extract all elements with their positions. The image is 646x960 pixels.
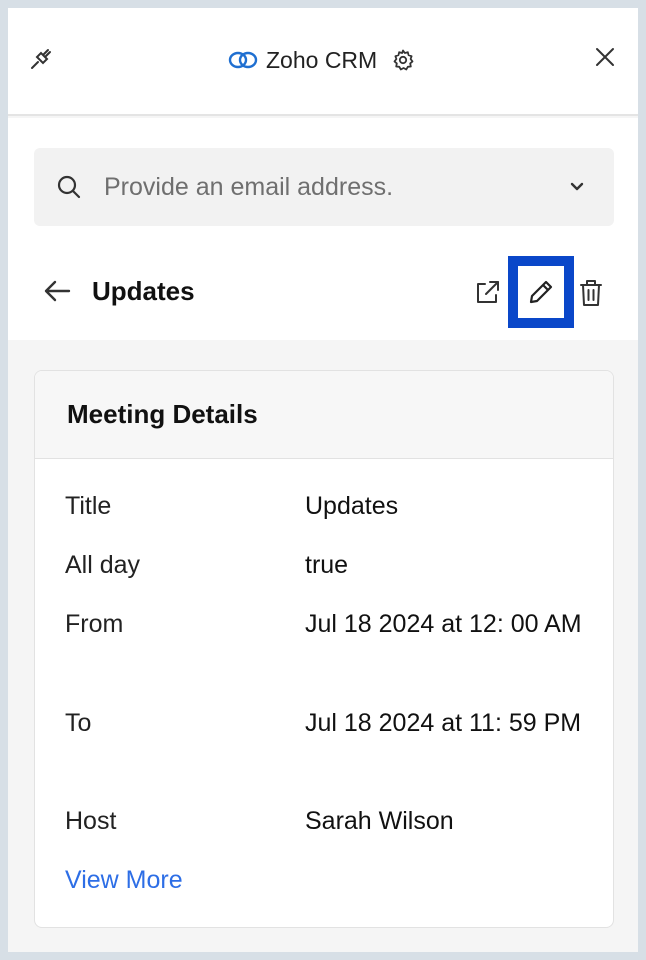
detail-value: Sarah Wilson [305, 807, 454, 835]
crm-panel: Zoho CRM Updates [8, 8, 638, 952]
detail-label: All day [65, 551, 141, 579]
detail-value: Jul 18 2024 at 12: 00 AM [305, 610, 582, 638]
chevron-down-icon[interactable] [568, 178, 586, 196]
detail-value: true [305, 551, 349, 579]
card-header: Meeting Details [35, 371, 613, 459]
detail-label: To [65, 709, 92, 737]
app-name: Zoho CRM [266, 46, 378, 73]
card-title: Meeting Details [67, 399, 258, 429]
plug-icon[interactable] [28, 44, 56, 72]
gear-icon[interactable] [391, 48, 415, 72]
brand: Zoho CRM [228, 44, 415, 76]
search-bar[interactable] [34, 148, 614, 226]
zoho-crm-logo [228, 51, 258, 69]
edit-button-face[interactable] [518, 266, 564, 318]
record-area: Updates [8, 118, 638, 340]
back-arrow-icon[interactable] [42, 278, 72, 304]
open-external-icon[interactable] [474, 278, 502, 306]
close-icon[interactable] [594, 46, 616, 68]
detail-value: Jul 18 2024 at 11: 59 PM [305, 709, 582, 737]
trash-icon[interactable] [578, 278, 604, 308]
meeting-details-card: Meeting Details Title Updates All day tr… [34, 370, 614, 928]
top-bar: Zoho CRM [8, 8, 638, 116]
edit-button[interactable] [508, 256, 574, 328]
record-title: Updates [92, 276, 195, 306]
edit-pencil-icon [529, 280, 553, 304]
email-search-input[interactable] [104, 166, 544, 208]
search-icon [57, 175, 81, 199]
detail-label: Host [65, 807, 117, 835]
detail-label: Title [65, 492, 112, 520]
view-more-link[interactable]: View More [65, 861, 183, 900]
detail-label: From [65, 610, 124, 638]
detail-value: Updates [305, 492, 399, 520]
